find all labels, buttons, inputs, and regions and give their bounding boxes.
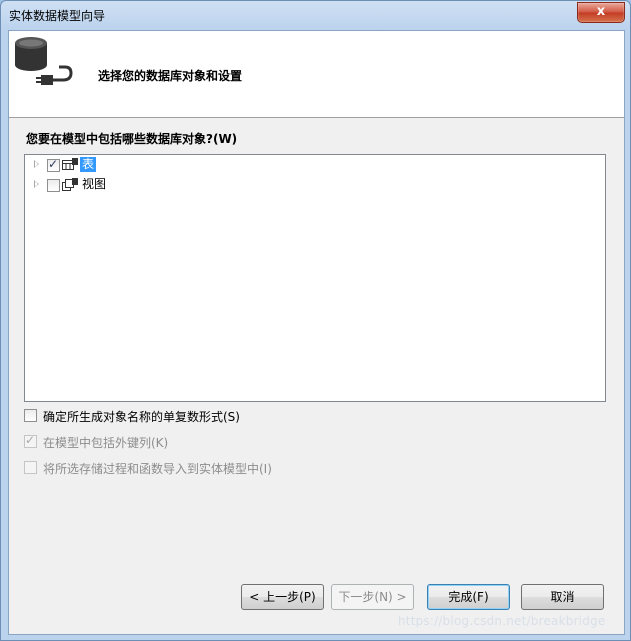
objects-question-label: 您要在模型中包括哪些数据库对象?(W) — [26, 132, 238, 146]
watermark-text: https://blog.csdn.net/breakbridge — [398, 614, 606, 628]
finish-button[interactable]: 完成(F) — [427, 584, 510, 610]
cancel-button[interactable]: 取消 — [521, 584, 604, 610]
next-button: 下一步(N) > — [331, 584, 414, 610]
tree-item-tables[interactable]: 表 — [25, 156, 325, 174]
expand-arrow-icon[interactable] — [34, 180, 39, 188]
view-icon — [62, 178, 78, 191]
import-procedures-label: 将所选存储过程和函数导入到实体模型中(I) — [43, 462, 272, 476]
expand-arrow-icon[interactable] — [34, 160, 39, 168]
wizard-client-area: 选择您的数据库对象和设置 您要在模型中包括哪些数据库对象?(W) 表 — [8, 30, 625, 635]
table-icon — [62, 158, 78, 170]
pluralize-checkbox[interactable] — [24, 409, 37, 422]
back-button[interactable]: < 上一步(P) — [241, 584, 324, 610]
views-checkbox[interactable] — [47, 179, 60, 192]
tree-item-label[interactable]: 表 — [80, 157, 97, 172]
header-title: 选择您的数据库对象和设置 — [98, 69, 243, 83]
close-button[interactable]: x — [577, 2, 625, 23]
foreign-keys-checkbox — [24, 433, 37, 448]
foreign-keys-label: 在模型中包括外键列(K) — [43, 436, 169, 450]
wizard-header: 选择您的数据库对象和设置 — [9, 31, 624, 118]
tree-item-label[interactable]: 视图 — [80, 177, 108, 192]
title-bar[interactable]: 实体数据模型向导 x — [1, 1, 630, 28]
import-procedures-checkbox — [24, 461, 37, 474]
window-title: 实体数据模型向导 — [9, 9, 106, 23]
pluralize-label[interactable]: 确定所生成对象名称的单复数形式(S) — [43, 408, 240, 425]
tables-checkbox[interactable] — [47, 157, 60, 172]
close-icon: x — [596, 4, 606, 19]
database-plug-icon — [15, 37, 73, 85]
tree-item-views[interactable]: 视图 — [25, 176, 325, 194]
wizard-window: 实体数据模型向导 x 选择您的数据库对象和设置 您要在模型中包括哪些数据库对象?… — [0, 0, 631, 641]
database-objects-tree[interactable]: 表 视图 — [24, 154, 606, 402]
